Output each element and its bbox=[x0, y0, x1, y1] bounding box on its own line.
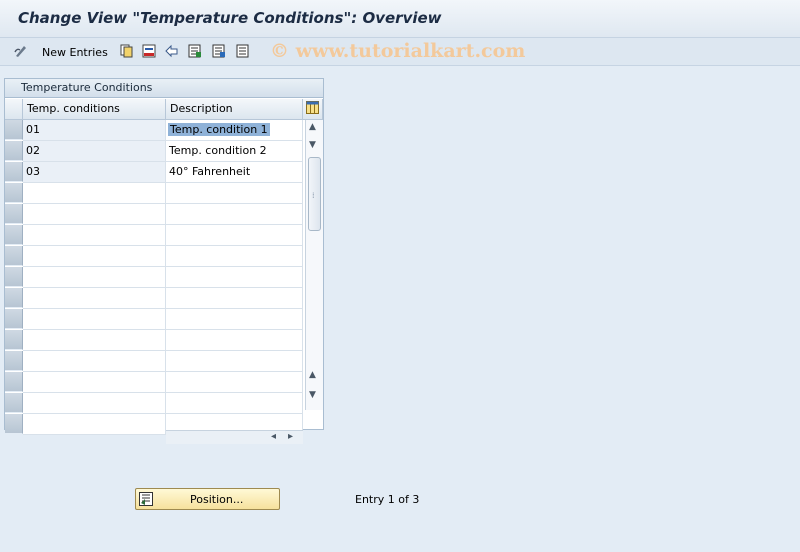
select-all-rows-button[interactable] bbox=[5, 99, 23, 120]
table-cell-code: 03 bbox=[23, 162, 166, 183]
row-selector[interactable] bbox=[5, 288, 23, 308]
page-title: Change View "Temperature Conditions": Ov… bbox=[18, 9, 442, 27]
scrollbar-thumb[interactable]: ⁞ bbox=[308, 157, 321, 231]
empty-cell[interactable] bbox=[166, 309, 303, 330]
empty-cell[interactable] bbox=[23, 351, 166, 372]
change-display-icon[interactable] bbox=[14, 44, 28, 58]
empty-cell[interactable] bbox=[166, 246, 303, 267]
undo-icon[interactable] bbox=[165, 44, 179, 58]
scroll-up-icon[interactable]: ▲ bbox=[309, 122, 316, 132]
page-down-icon[interactable]: ▼ bbox=[309, 140, 316, 150]
empty-cell[interactable] bbox=[166, 393, 303, 414]
empty-cell[interactable] bbox=[23, 225, 166, 246]
row-selector[interactable] bbox=[5, 162, 23, 182]
row-selector[interactable] bbox=[5, 330, 23, 350]
scroll-down-icon[interactable]: ▼ bbox=[309, 390, 316, 400]
watermark: © www.tutorialkart.com bbox=[270, 40, 526, 62]
description-input[interactable]: Temp. condition 2 bbox=[166, 141, 303, 162]
row-selector[interactable] bbox=[5, 183, 23, 203]
empty-cell[interactable] bbox=[23, 330, 166, 351]
deselect-all-icon[interactable] bbox=[236, 44, 250, 58]
row-selector[interactable] bbox=[5, 141, 23, 161]
position-button-label: Position... bbox=[190, 493, 244, 506]
table-cell-description: Temp. condition 1 bbox=[168, 123, 270, 136]
description-input[interactable]: 40° Fahrenheit bbox=[166, 162, 303, 183]
column-config-icon bbox=[306, 101, 319, 114]
page-up-icon[interactable]: ▲ bbox=[309, 370, 316, 380]
application-toolbar: New Entries © www.tutorialkart.com bbox=[0, 38, 800, 66]
table-cell-code: 02 bbox=[23, 141, 166, 162]
select-all-icon[interactable] bbox=[188, 44, 202, 58]
row-selector[interactable] bbox=[5, 267, 23, 287]
table-settings-button[interactable] bbox=[303, 99, 323, 120]
empty-cell[interactable] bbox=[166, 267, 303, 288]
empty-cell[interactable] bbox=[166, 330, 303, 351]
empty-cell[interactable] bbox=[166, 225, 303, 246]
empty-cell[interactable] bbox=[23, 414, 166, 435]
empty-cell[interactable] bbox=[23, 372, 166, 393]
temperature-conditions-table: Temperature Conditions Temp. conditions … bbox=[4, 78, 324, 444]
select-block-icon[interactable] bbox=[212, 44, 226, 58]
position-icon bbox=[139, 492, 153, 506]
empty-cell[interactable] bbox=[23, 393, 166, 414]
empty-cell[interactable] bbox=[23, 309, 166, 330]
empty-cell[interactable] bbox=[166, 204, 303, 225]
description-input[interactable]: Temp. condition 1 bbox=[166, 120, 303, 141]
table-title: Temperature Conditions bbox=[5, 79, 323, 98]
empty-cell[interactable] bbox=[23, 288, 166, 309]
column-header-description[interactable]: Description bbox=[166, 99, 303, 120]
empty-cell[interactable] bbox=[23, 183, 166, 204]
empty-cell[interactable] bbox=[166, 288, 303, 309]
delete-icon[interactable] bbox=[142, 44, 156, 58]
row-selector[interactable] bbox=[5, 120, 23, 140]
row-selector[interactable] bbox=[5, 351, 23, 371]
grip-icon: ⁞ bbox=[312, 191, 315, 200]
scroll-left-icon[interactable]: ◂ bbox=[271, 431, 276, 442]
empty-cell[interactable] bbox=[23, 246, 166, 267]
entry-counter: Entry 1 of 3 bbox=[355, 493, 420, 506]
table-cell-code: 01 bbox=[23, 120, 166, 141]
row-selector[interactable] bbox=[5, 393, 23, 413]
empty-cell[interactable] bbox=[166, 183, 303, 204]
horizontal-scrollbar[interactable]: ◂ ▸ bbox=[166, 430, 303, 444]
copy-icon[interactable] bbox=[120, 44, 134, 58]
row-selector[interactable] bbox=[5, 414, 23, 434]
column-header-temp-conditions[interactable]: Temp. conditions bbox=[23, 99, 166, 120]
empty-cell[interactable] bbox=[23, 204, 166, 225]
row-selector[interactable] bbox=[5, 204, 23, 224]
position-button[interactable]: Position... bbox=[135, 488, 280, 510]
scroll-right-icon[interactable]: ▸ bbox=[288, 431, 293, 442]
title-bar: Change View "Temperature Conditions": Ov… bbox=[0, 0, 800, 38]
row-selector[interactable] bbox=[5, 372, 23, 392]
new-entries-button[interactable]: New Entries bbox=[42, 46, 108, 59]
empty-cell[interactable] bbox=[166, 351, 303, 372]
row-selector[interactable] bbox=[5, 309, 23, 329]
row-selector[interactable] bbox=[5, 246, 23, 266]
vertical-scrollbar[interactable]: ▲ ▼ ⁞ ▲ ▼ bbox=[305, 120, 323, 410]
row-selector[interactable] bbox=[5, 225, 23, 245]
empty-cell[interactable] bbox=[166, 372, 303, 393]
empty-cell[interactable] bbox=[23, 267, 166, 288]
